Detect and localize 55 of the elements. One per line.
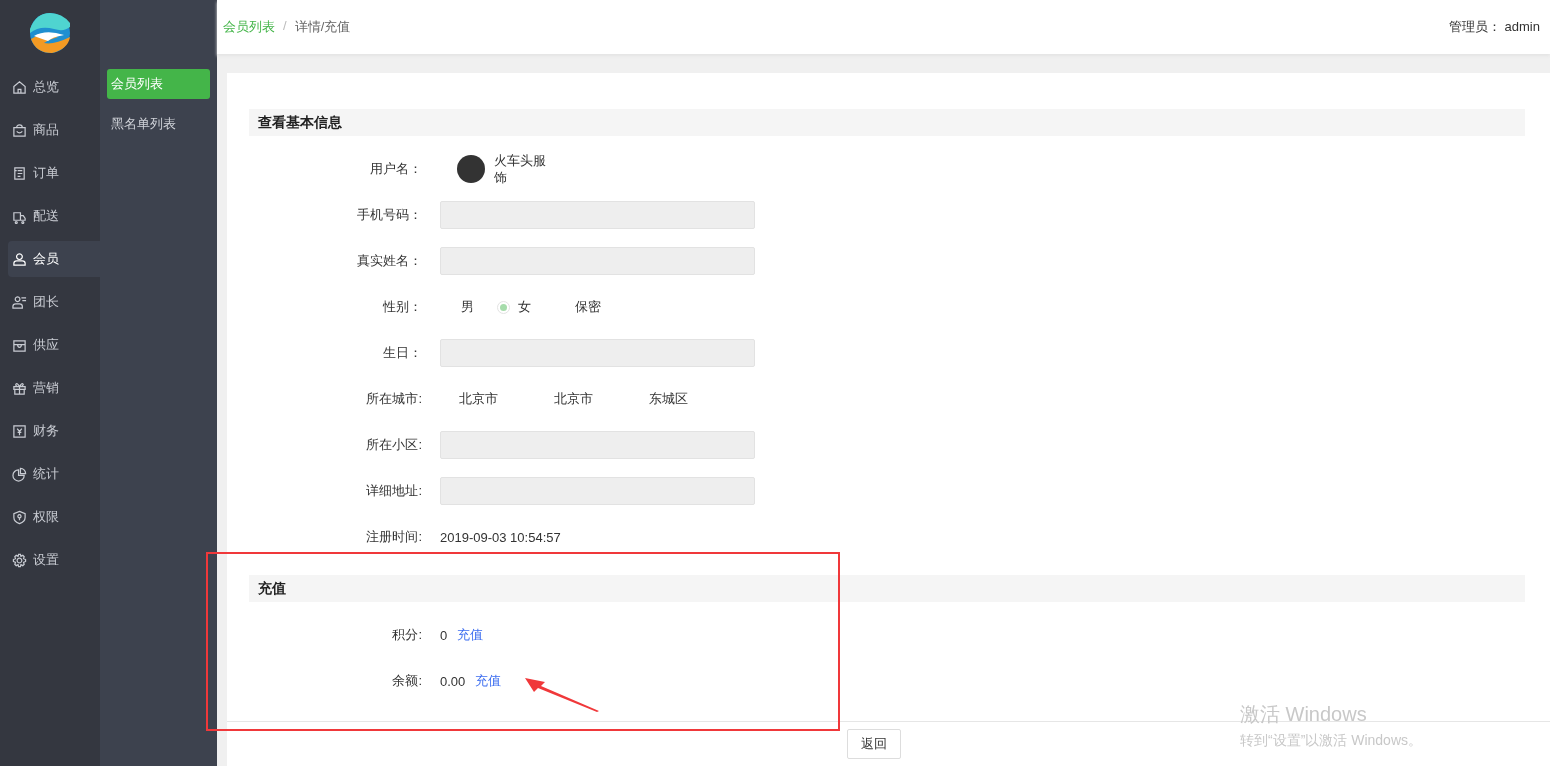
nav-item[interactable]: 供应 xyxy=(8,327,100,363)
user-list-icon xyxy=(12,294,27,310)
section-title: 查看基本信息 xyxy=(249,109,1525,136)
field-label: 所在城市: xyxy=(365,390,423,408)
user-icon xyxy=(12,251,27,267)
field-label: 余额: xyxy=(391,672,423,690)
field-label: 所在小区: xyxy=(365,436,423,454)
pie-chart-icon xyxy=(12,466,27,482)
document-icon xyxy=(12,165,27,181)
field-label: 积分: xyxy=(391,626,423,644)
field-label: 生日： xyxy=(382,344,423,362)
admin-user-label: 管理员： admin xyxy=(1448,18,1540,36)
nav-item[interactable]: 团长 xyxy=(8,284,100,320)
breadcrumb-current: 详情/充值 xyxy=(294,18,351,36)
field-label: 真实姓名： xyxy=(356,252,423,270)
back-button[interactable]: 返回 xyxy=(846,729,901,759)
nav-item[interactable]: 财务 xyxy=(8,413,100,449)
nav-item[interactable]: 总览 xyxy=(8,69,100,105)
radio-label[interactable]: 男 xyxy=(461,298,474,316)
field-label: 用户名： xyxy=(369,160,423,178)
nav-item[interactable]: 设置 xyxy=(8,542,100,578)
nav-item[interactable]: 商品 xyxy=(8,112,100,148)
nav-item[interactable]: 配送 xyxy=(8,198,100,234)
store-icon xyxy=(12,337,27,353)
gift-icon xyxy=(12,380,27,396)
city-value: 北京市 xyxy=(458,390,499,408)
radio-label[interactable]: 保密 xyxy=(575,298,601,316)
field-label: 手机号码： xyxy=(356,206,423,224)
yen-icon xyxy=(12,423,27,439)
logo-icon xyxy=(30,13,70,53)
nav-item[interactable]: 营销 xyxy=(8,370,100,406)
field-value: 0 xyxy=(440,627,448,643)
breadcrumb-separator: / xyxy=(283,18,287,35)
nav-item[interactable]: 统计 xyxy=(8,456,100,492)
nav-item[interactable]: 会员 xyxy=(8,241,100,277)
recharge-link[interactable]: 充值 xyxy=(475,672,502,690)
field-label: 注册时间: xyxy=(365,528,423,546)
avatar xyxy=(457,155,485,183)
home-icon xyxy=(12,79,27,95)
shield-icon xyxy=(12,509,27,525)
city-value: 东城区 xyxy=(648,390,689,408)
section-title: 充值 xyxy=(249,575,1525,602)
field-value: 0.00 xyxy=(440,673,466,689)
recharge-link[interactable]: 充值 xyxy=(457,626,484,644)
submenu-item[interactable]: 黑名单列表 xyxy=(107,109,210,139)
username: 火车头服饰 xyxy=(494,152,546,186)
nav-item[interactable]: 订单 xyxy=(8,155,100,191)
settings-icon xyxy=(12,552,27,568)
field-label: 详细地址: xyxy=(365,482,423,500)
nav-item[interactable]: 权限 xyxy=(8,499,100,535)
radio-label[interactable]: 女 xyxy=(518,298,531,316)
field-value: 2019-09-03 10:54:57 xyxy=(440,529,561,545)
bag-icon xyxy=(12,122,27,138)
field-label: 性别： xyxy=(382,298,423,316)
city-value: 北京市 xyxy=(553,390,594,408)
